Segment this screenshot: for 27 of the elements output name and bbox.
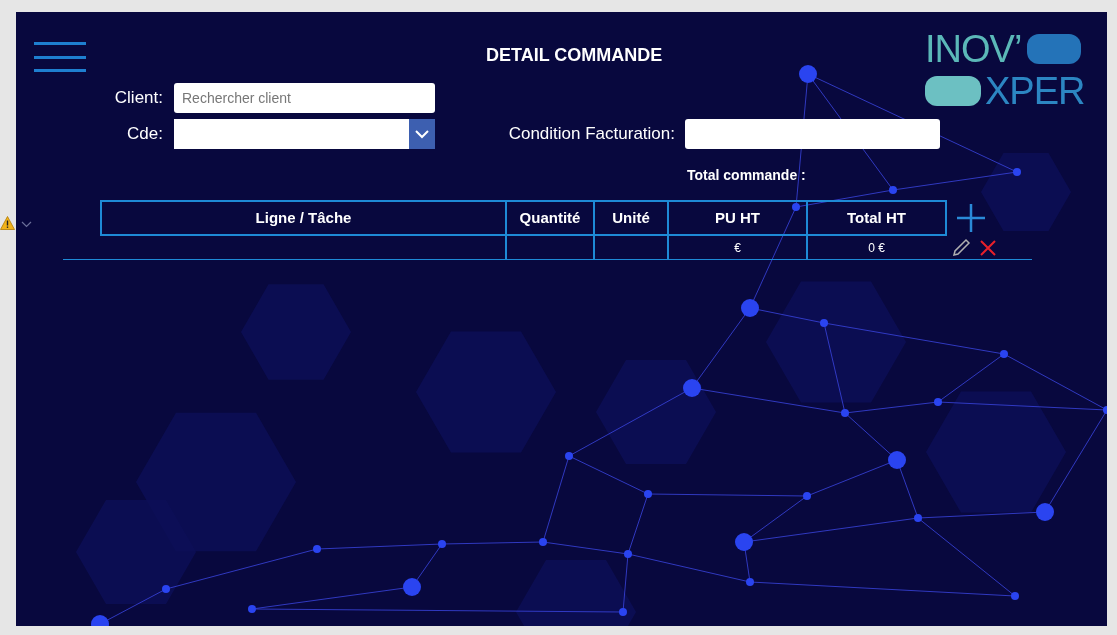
warning-icon[interactable] — [0, 216, 15, 230]
column-header: Quantité — [505, 202, 593, 234]
pill-icon — [1027, 34, 1082, 64]
column-header: Ligne / Tâche — [254, 207, 353, 228]
chevron-down-icon[interactable] — [21, 221, 32, 228]
column-header: Unité — [593, 202, 667, 234]
dropdown-button[interactable] — [409, 119, 435, 149]
delete-icon[interactable] — [979, 238, 997, 257]
client-label: Client: — [113, 87, 163, 110]
column-header: Total HT — [806, 202, 945, 234]
order-dropdown[interactable] — [174, 119, 435, 149]
client-search-field[interactable]: Rechercher client — [174, 83, 435, 113]
column-header: PU HT — [667, 202, 806, 234]
billing-field[interactable] — [685, 119, 940, 149]
order-label: Cde: — [126, 123, 163, 146]
logo-text: INOV’ — [925, 30, 1022, 68]
pill-icon — [925, 76, 981, 106]
add-icon[interactable] — [955, 202, 987, 234]
total-label: Total commande : — [687, 167, 806, 183]
billing-label: Condition Facturation: — [507, 123, 675, 146]
table-cell-text: € — [734, 239, 741, 257]
logo-text: XPER — [985, 72, 1085, 110]
table-cell-text: 0 € — [868, 239, 885, 257]
page-title: DETAIL COMMANDE — [486, 44, 663, 67]
menu-icon[interactable] — [34, 42, 86, 72]
chevron-down-icon — [415, 129, 429, 139]
edit-icon[interactable] — [951, 237, 971, 258]
